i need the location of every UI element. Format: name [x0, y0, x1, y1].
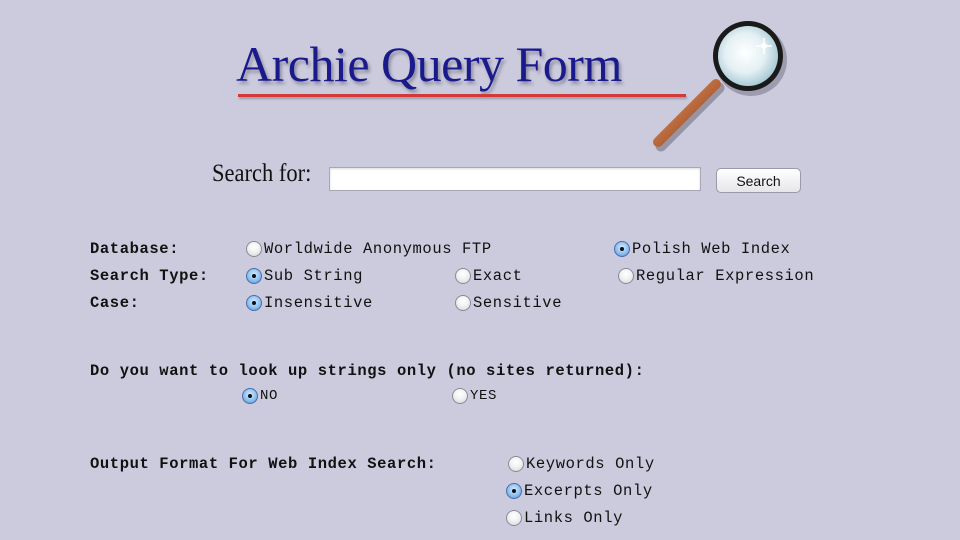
case-option-sensitive[interactable]: Sensitive — [455, 294, 562, 312]
output-format-option-links[interactable]: Links Only — [506, 509, 623, 527]
radio-button[interactable] — [618, 268, 634, 284]
case-option-insensitive[interactable]: Insensitive — [246, 294, 373, 312]
database-label: Database: — [90, 240, 180, 258]
radio-button[interactable] — [242, 388, 258, 404]
case-label: Case: — [90, 294, 140, 312]
search-input[interactable] — [329, 167, 701, 191]
search-type-option-substring[interactable]: Sub String — [246, 267, 363, 285]
radio-button[interactable] — [508, 456, 524, 472]
radio-button[interactable] — [246, 241, 262, 257]
output-format-option-excerpts[interactable]: Excerpts Only — [506, 482, 653, 500]
radio-button[interactable] — [506, 483, 522, 499]
search-type-label: Search Type: — [90, 267, 209, 285]
radio-button[interactable] — [246, 295, 262, 311]
search-label: Search for: — [212, 160, 312, 187]
radio-button[interactable] — [246, 268, 262, 284]
strings-only-option-yes[interactable]: YES — [452, 388, 497, 404]
database-option-ftp[interactable]: Worldwide Anonymous FTP — [246, 240, 492, 258]
strings-only-label: Do you want to look up strings only (no … — [90, 362, 645, 380]
radio-button[interactable] — [614, 241, 630, 257]
search-button[interactable]: Search — [716, 168, 801, 193]
database-option-polish-web-index[interactable]: Polish Web Index — [614, 240, 790, 258]
radio-button[interactable] — [455, 268, 471, 284]
search-type-option-exact[interactable]: Exact — [455, 267, 523, 285]
magnifying-glass-icon — [653, 21, 787, 152]
title-underline — [238, 94, 686, 97]
output-format-label: Output Format For Web Index Search: — [90, 455, 437, 473]
radio-button[interactable] — [452, 388, 468, 404]
search-type-option-regex[interactable]: Regular Expression — [618, 267, 814, 285]
radio-button[interactable] — [506, 510, 522, 526]
radio-button[interactable] — [455, 295, 471, 311]
strings-only-option-no[interactable]: NO — [242, 388, 278, 404]
page-title: Archie Query Form — [236, 36, 622, 92]
output-format-option-keywords[interactable]: Keywords Only — [508, 455, 655, 473]
